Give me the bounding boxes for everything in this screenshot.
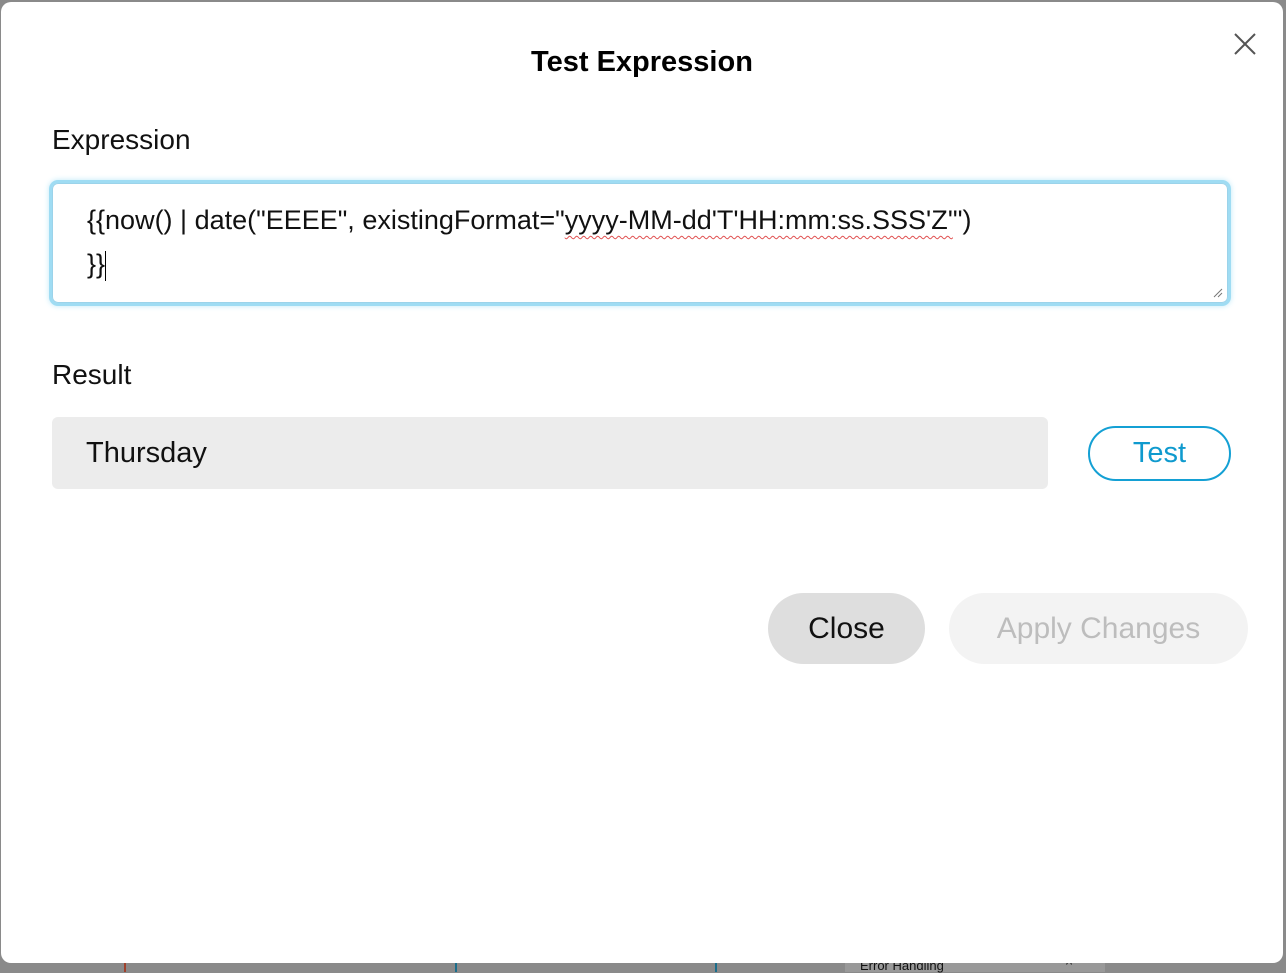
background-connector [124,962,126,972]
apply-changes-button[interactable]: Apply Changes [949,593,1248,664]
text-caret [105,250,107,281]
background-connector [715,962,717,972]
result-field: Thursday [52,417,1048,489]
expression-label: Expression [52,124,191,155]
close-icon[interactable] [1231,30,1259,58]
background-connector [455,962,457,972]
test-button[interactable]: Test [1088,426,1231,481]
test-expression-dialog: Test Expression Expression {{now() | dat… [1,2,1283,963]
expression-line-1: {{now() | date("EEEE", existingFormat="y… [87,198,1193,242]
dialog-title: Test Expression [531,46,753,78]
expression-line-2: }} [87,242,1193,286]
result-label: Result [52,359,132,390]
expression-text: }} [87,249,106,279]
spellcheck-text: yyyy-MM-dd'T'HH:mm:ss.SSS'Z' [564,205,953,235]
close-button[interactable]: Close [768,593,925,664]
resize-handle-icon[interactable] [1211,286,1223,298]
expression-text: ") [952,205,972,235]
expression-text: {{now() | date("EEEE", existingFormat=" [87,205,565,235]
expression-textarea[interactable]: {{now() | date("EEEE", existingFormat="y… [52,183,1228,303]
